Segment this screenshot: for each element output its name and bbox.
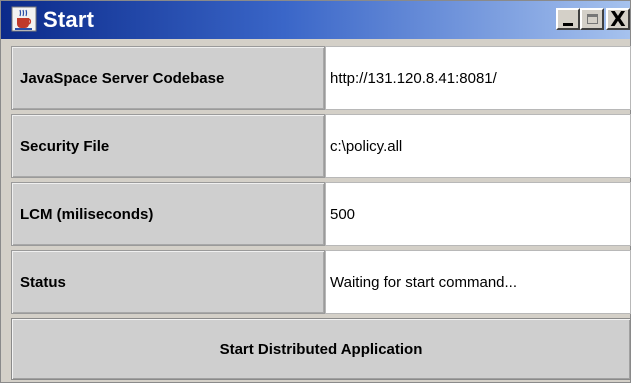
codebase-label: JavaSpace Server Codebase <box>11 46 325 110</box>
start-window: Start X JavaSpace Server Codebase http:/… <box>0 0 631 383</box>
title-bar[interactable]: Start X <box>1 1 630 39</box>
maximize-icon <box>586 14 598 24</box>
status-label: Status <box>11 250 325 314</box>
close-button[interactable]: X <box>606 8 630 30</box>
minimize-icon <box>563 22 573 26</box>
start-distributed-application-button[interactable]: Start Distributed Application <box>11 318 631 380</box>
close-icon: X <box>610 7 626 31</box>
java-cup-icon <box>11 6 37 32</box>
window-title: Start <box>43 7 95 32</box>
minimize-button[interactable] <box>556 8 580 30</box>
status-field: Waiting for start command... <box>325 250 631 314</box>
lcm-field[interactable]: 500 <box>325 182 631 246</box>
lcm-label: LCM (miliseconds) <box>11 182 325 246</box>
maximize-button[interactable] <box>580 8 604 30</box>
security-file-label: Security File <box>11 114 325 178</box>
codebase-field[interactable]: http://131.120.8.41:8081/ <box>325 46 631 110</box>
security-file-field[interactable]: c:\policy.all <box>325 114 631 178</box>
